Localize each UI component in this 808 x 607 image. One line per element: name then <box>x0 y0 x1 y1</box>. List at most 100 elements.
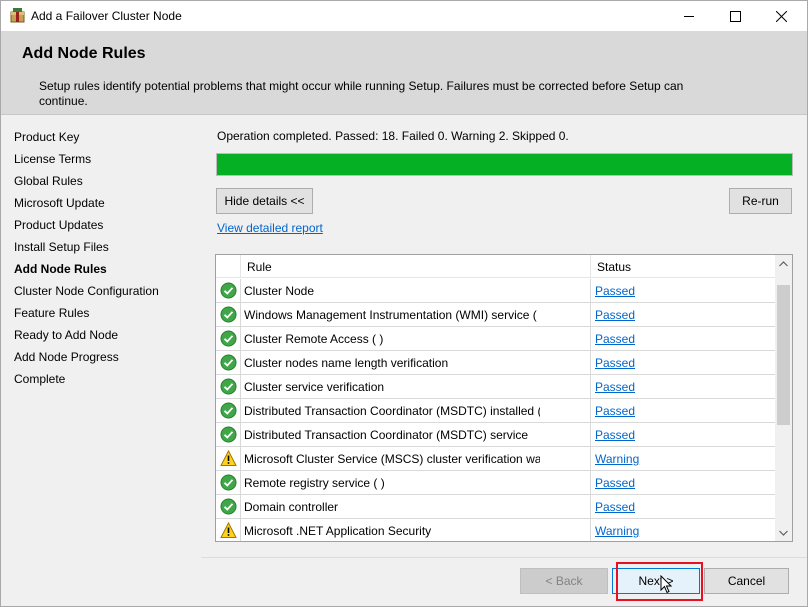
cell-divider <box>240 399 241 423</box>
rule-status-link[interactable]: Passed <box>595 356 635 370</box>
vertical-scrollbar[interactable] <box>775 255 792 541</box>
step-add-node-progress[interactable]: Add Node Progress <box>14 350 119 364</box>
cell-divider <box>240 327 241 351</box>
cell-divider <box>590 279 591 303</box>
maximize-button[interactable] <box>712 1 758 31</box>
rule-name: Cluster nodes name length verification <box>244 356 449 370</box>
cancel-button[interactable]: Cancel <box>704 568 789 594</box>
table-row[interactable]: Distributed Transaction Coordinator (MSD… <box>216 399 776 423</box>
step-microsoft-update[interactable]: Microsoft Update <box>14 196 105 210</box>
rule-status-link[interactable]: Passed <box>595 284 635 298</box>
rule-name: Remote registry service ( ) <box>244 476 385 490</box>
progress-bar <box>216 153 793 176</box>
page-title: Add Node Rules <box>22 45 146 62</box>
setup-box-icon <box>10 8 25 23</box>
step-add-node-rules[interactable]: Add Node Rules <box>14 262 107 276</box>
cell-divider <box>240 471 241 495</box>
cell-divider <box>590 399 591 423</box>
scroll-up-icon[interactable] <box>775 255 792 272</box>
back-button[interactable]: < Back <box>520 568 608 594</box>
step-global-rules[interactable]: Global Rules <box>14 174 83 188</box>
footer-divider <box>201 557 807 558</box>
table-row[interactable]: Microsoft .NET Application Security Warni… <box>216 519 776 541</box>
rule-status-link[interactable]: Passed <box>595 428 635 442</box>
check-circle-icon <box>220 402 237 419</box>
rule-status-link[interactable]: Passed <box>595 500 635 514</box>
progress-fill <box>217 154 792 175</box>
table-row[interactable]: Microsoft Cluster Service (MSCS) cluster… <box>216 447 776 471</box>
rule-status-link[interactable]: Passed <box>595 332 635 346</box>
rule-name: Domain controller <box>244 500 339 514</box>
rule-status-link[interactable]: Warning <box>595 524 639 538</box>
rule-name: Distributed Transaction Coordinator (MSD… <box>244 404 540 418</box>
rule-name: Windows Management Instrumentation (WMI)… <box>244 308 537 322</box>
cell-divider <box>590 471 591 495</box>
rule-name: Microsoft .NET Application Security <box>244 524 432 538</box>
step-install-setup-files[interactable]: Install Setup Files <box>14 240 109 254</box>
cell-divider <box>590 495 591 519</box>
close-icon <box>775 10 787 22</box>
check-circle-icon <box>220 282 237 299</box>
step-feature-rules[interactable]: Feature Rules <box>14 306 89 320</box>
cell-divider <box>240 423 241 447</box>
table-row[interactable]: Remote registry service ( ) Passed <box>216 471 776 495</box>
scroll-down-icon[interactable] <box>775 524 792 541</box>
warning-icon <box>220 449 237 467</box>
rule-status-link[interactable]: Passed <box>595 308 635 322</box>
cell-divider <box>590 423 591 447</box>
step-cluster-node-configuration[interactable]: Cluster Node Configuration <box>14 284 159 298</box>
window-title: Add a Failover Cluster Node <box>31 9 182 23</box>
rule-status-link[interactable]: Passed <box>595 476 635 490</box>
check-circle-icon <box>220 354 237 371</box>
table-row[interactable]: Cluster service verification Passed <box>216 375 776 399</box>
rule-name: Cluster Node <box>244 284 315 298</box>
cell-divider <box>240 351 241 375</box>
cell-divider <box>240 495 241 519</box>
cell-divider <box>590 519 591 541</box>
table-header: Rule Status <box>216 255 776 278</box>
table-row[interactable]: Cluster Remote Access ( ) Passed <box>216 327 776 351</box>
rule-status-link[interactable]: Warning <box>595 452 639 466</box>
cell-divider <box>240 447 241 471</box>
hide-details-button[interactable]: Hide details << <box>216 188 313 214</box>
view-detailed-report-link[interactable]: View detailed report <box>217 221 323 235</box>
step-complete[interactable]: Complete <box>14 372 65 386</box>
header-divider <box>590 255 591 278</box>
table-row[interactable]: Cluster Node Passed <box>216 279 776 303</box>
column-header-rule[interactable]: Rule <box>247 260 272 274</box>
step-product-updates[interactable]: Product Updates <box>14 218 103 232</box>
minimize-button[interactable] <box>666 1 712 31</box>
page-description: Setup rules identify potential problems … <box>39 79 684 108</box>
cell-divider <box>240 375 241 399</box>
cell-divider <box>590 351 591 375</box>
mouse-cursor-icon <box>660 575 672 594</box>
check-circle-icon <box>220 378 237 395</box>
column-header-status[interactable]: Status <box>597 260 631 274</box>
close-button[interactable] <box>758 1 804 31</box>
rule-status-link[interactable]: Passed <box>595 404 635 418</box>
table-row[interactable]: Domain controller Passed <box>216 495 776 519</box>
operation-status: Operation completed. Passed: 18. Failed … <box>217 129 569 143</box>
header-divider <box>240 255 241 278</box>
table-row[interactable]: Cluster nodes name length verification Pa… <box>216 351 776 375</box>
setup-window: Add a Failover Cluster Node Add Node Rul… <box>0 0 808 607</box>
page-header: Add Node Rules Setup rules identify pote… <box>1 31 807 115</box>
cell-divider <box>590 303 591 327</box>
rule-status-link[interactable]: Passed <box>595 380 635 394</box>
cell-divider <box>590 447 591 471</box>
scrollbar-thumb[interactable] <box>777 285 790 425</box>
maximize-icon <box>729 10 741 22</box>
rerun-button[interactable]: Re-run <box>729 188 792 214</box>
table-row[interactable]: Distributed Transaction Coordinator (MSD… <box>216 423 776 447</box>
check-circle-icon <box>220 498 237 515</box>
title-bar: Add a Failover Cluster Node <box>1 1 807 31</box>
table-row[interactable]: Windows Management Instrumentation (WMI)… <box>216 303 776 327</box>
step-product-key[interactable]: Product Key <box>14 130 79 144</box>
minimize-icon <box>683 15 694 17</box>
check-circle-icon <box>220 330 237 347</box>
cell-divider <box>590 327 591 351</box>
rule-name: Cluster Remote Access ( ) <box>244 332 384 346</box>
step-ready-to-add-node[interactable]: Ready to Add Node <box>14 328 118 342</box>
warning-icon <box>220 521 237 539</box>
step-license-terms[interactable]: License Terms <box>14 152 91 166</box>
